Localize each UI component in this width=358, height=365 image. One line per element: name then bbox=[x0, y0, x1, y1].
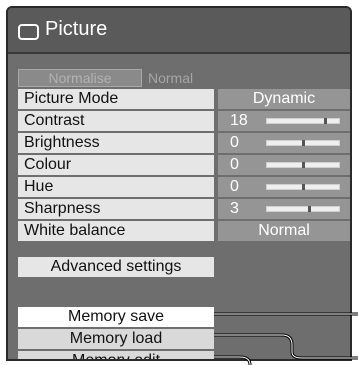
brightness-slider[interactable] bbox=[266, 140, 340, 146]
colour-slider[interactable] bbox=[266, 162, 340, 168]
setting-value-cell: 0 bbox=[218, 133, 350, 153]
menu-title-bar: Picture bbox=[8, 8, 350, 54]
setting-value: 0 bbox=[230, 156, 239, 173]
setting-label: Picture Mode bbox=[18, 89, 214, 109]
normalise-button[interactable]: Normalise bbox=[18, 69, 142, 87]
setting-value: 3 bbox=[230, 200, 239, 217]
setting-label: Brightness bbox=[18, 133, 214, 153]
picture-menu-panel: Picture Normalise Normal Picture Mode Dy… bbox=[6, 6, 352, 361]
display-screen-icon bbox=[18, 24, 39, 40]
menu-title: Picture bbox=[45, 18, 108, 40]
slider-thumb[interactable] bbox=[302, 184, 305, 190]
setting-label: Contrast bbox=[18, 111, 214, 131]
setting-value-cell: 3 bbox=[218, 199, 350, 219]
slider-thumb[interactable] bbox=[302, 140, 305, 146]
slider-thumb[interactable] bbox=[308, 206, 311, 212]
setting-value: 18 bbox=[230, 112, 248, 129]
hue-slider[interactable] bbox=[266, 184, 340, 190]
setting-value-cell: 0 bbox=[218, 155, 350, 175]
setting-value: Normal bbox=[218, 221, 350, 241]
setting-value: 0 bbox=[230, 178, 239, 195]
setting-label: Sharpness bbox=[18, 199, 214, 219]
setting-label: Hue bbox=[18, 177, 214, 197]
setting-value: Dynamic bbox=[218, 89, 350, 109]
setting-value: 0 bbox=[230, 134, 239, 151]
memory-save-button[interactable]: Memory save bbox=[18, 307, 214, 327]
setting-value-cell: 18 bbox=[218, 111, 350, 131]
contrast-slider[interactable] bbox=[266, 118, 340, 124]
normalise-status: Normal bbox=[148, 70, 194, 86]
slider-thumb[interactable] bbox=[302, 162, 305, 168]
memory-load-button[interactable]: Memory load bbox=[18, 329, 214, 349]
setting-label: White balance bbox=[18, 221, 214, 241]
advanced-settings-button[interactable]: Advanced settings bbox=[18, 257, 214, 277]
memory-edit-button[interactable]: Memory edit bbox=[18, 351, 214, 359]
slider-thumb[interactable] bbox=[324, 118, 327, 124]
setting-value-cell: 0 bbox=[218, 177, 350, 197]
setting-label: Colour bbox=[18, 155, 214, 175]
sharpness-slider[interactable] bbox=[266, 206, 340, 212]
